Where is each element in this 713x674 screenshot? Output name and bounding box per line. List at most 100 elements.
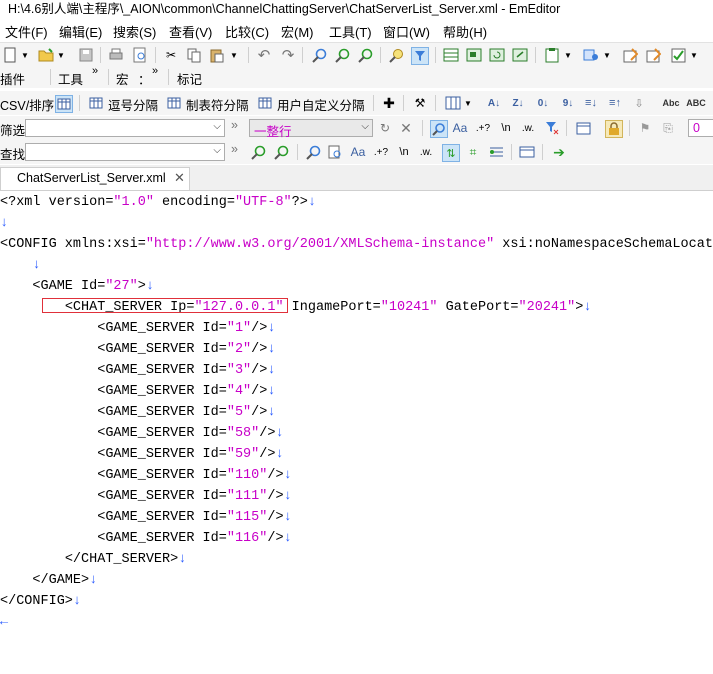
menu-view[interactable]: 查看(V) bbox=[169, 22, 212, 41]
lock-icon[interactable] bbox=[605, 120, 623, 138]
comma-table-icon[interactable] bbox=[88, 95, 104, 111]
menu-file[interactable]: 文件(F) bbox=[5, 22, 48, 41]
refresh-window-icon[interactable] bbox=[489, 47, 505, 63]
macro-toolbar-label[interactable]: 宏 bbox=[116, 69, 129, 88]
save-icon[interactable] bbox=[78, 47, 94, 63]
code-line[interactable]: </CHAT_SERVER>↓ bbox=[0, 549, 187, 570]
paste-icon[interactable] bbox=[208, 47, 224, 63]
chevron-down-icon[interactable]: ⌵ bbox=[361, 121, 369, 132]
macro-record-icon[interactable] bbox=[583, 47, 599, 63]
column-select-icon[interactable] bbox=[575, 120, 591, 136]
window-icon[interactable] bbox=[466, 47, 482, 63]
code-line[interactable]: </GAME>↓ bbox=[0, 570, 97, 591]
find-next-icon[interactable] bbox=[334, 47, 350, 63]
chevron-right-icon[interactable]: » bbox=[231, 142, 238, 156]
menu-tools[interactable]: 工具(T) bbox=[329, 22, 372, 41]
custom-table-icon[interactable] bbox=[257, 95, 273, 111]
plugins-toolbar-label[interactable]: 插件 bbox=[0, 69, 25, 88]
filter-input[interactable]: ⌵ bbox=[25, 119, 225, 137]
find-icon[interactable] bbox=[311, 47, 327, 63]
code-line[interactable]: <GAME_SERVER Id="115"/>↓ bbox=[0, 507, 291, 528]
sort-za-icon[interactable]: Z↓ bbox=[510, 95, 526, 111]
code-line[interactable]: <GAME_SERVER Id="59"/>↓ bbox=[0, 444, 283, 465]
whole-word-icon[interactable]: .w. bbox=[418, 144, 434, 160]
sort-90-icon[interactable]: 9↓ bbox=[560, 95, 576, 111]
toolbar-layout-icon[interactable] bbox=[443, 47, 459, 63]
new-file-icon[interactable] bbox=[2, 47, 18, 63]
find-in-files-icon[interactable] bbox=[327, 144, 343, 160]
find-prev-green-icon[interactable] bbox=[273, 144, 289, 160]
mark-all-icon[interactable] bbox=[488, 144, 504, 160]
menu-help[interactable]: 帮助(H) bbox=[443, 22, 487, 41]
sort-09-icon[interactable]: 0↓ bbox=[535, 95, 551, 111]
sort-length-desc-icon[interactable]: ≡↑ bbox=[607, 95, 623, 111]
menu-compare[interactable]: 比较(C) bbox=[225, 22, 269, 41]
refresh-icon[interactable]: ↻ bbox=[377, 120, 393, 136]
filter-number-input[interactable]: 0 bbox=[688, 119, 713, 137]
incremental-search-icon[interactable]: ⌗ bbox=[465, 144, 481, 160]
escape-icon[interactable]: \n bbox=[396, 144, 412, 160]
match-case-icon[interactable]: Aa bbox=[452, 120, 468, 136]
comma-separated-button[interactable]: 逗号分隔 bbox=[108, 95, 158, 114]
find-prev-icon[interactable] bbox=[357, 47, 373, 63]
code-line[interactable]: <GAME_SERVER Id="116"/>↓ bbox=[0, 528, 291, 549]
regex-icon[interactable]: .+? bbox=[475, 120, 491, 136]
properties-icon[interactable] bbox=[622, 47, 638, 63]
sort-az-icon[interactable]: A↓ bbox=[486, 95, 502, 111]
code-line[interactable]: <GAME_SERVER Id="1"/>↓ bbox=[0, 318, 275, 339]
code-line[interactable]: <GAME_SERVER Id="3"/>↓ bbox=[0, 360, 275, 381]
escape-icon[interactable]: \n bbox=[498, 120, 514, 136]
column-layout-icon[interactable] bbox=[445, 95, 461, 111]
redo-icon[interactable]: ↷ bbox=[280, 47, 296, 64]
undo-icon[interactable]: ↶ bbox=[256, 47, 272, 64]
paste-dropdown-icon[interactable]: ▼ bbox=[229, 47, 239, 63]
code-line[interactable]: <GAME_SERVER Id="4"/>↓ bbox=[0, 381, 275, 402]
close-icon[interactable]: ✕ bbox=[174, 170, 185, 186]
arrow-right-icon[interactable]: ➔ bbox=[551, 144, 567, 160]
code-line[interactable]: <GAME_SERVER Id="5"/>↓ bbox=[0, 402, 275, 423]
new-dropdown-icon[interactable]: ▼ bbox=[20, 47, 30, 63]
menu-macro[interactable]: 宏(M) bbox=[281, 22, 314, 41]
tools-toolbar-label[interactable]: 工具 bbox=[58, 69, 83, 88]
check-dropdown-icon[interactable]: ▼ bbox=[689, 47, 699, 63]
filter-toggle-icon[interactable] bbox=[411, 47, 429, 65]
tools-column-icon[interactable]: ⚒ bbox=[412, 95, 428, 111]
chevron-down-icon[interactable]: ⌵ bbox=[213, 121, 221, 132]
find-bar-options-icon[interactable] bbox=[519, 144, 535, 160]
insert-column-icon[interactable]: ✚ bbox=[381, 95, 397, 111]
column-dropdown-icon[interactable]: ▼ bbox=[463, 95, 473, 111]
bookmark-icon[interactable]: ⚑ bbox=[637, 120, 653, 136]
print-icon[interactable] bbox=[108, 47, 124, 63]
tab-separated-button[interactable]: 制表符分隔 bbox=[186, 95, 249, 114]
check-icon[interactable] bbox=[670, 47, 686, 63]
open-dropdown-icon[interactable]: ▼ bbox=[56, 47, 66, 63]
open-folder-icon[interactable] bbox=[38, 47, 54, 63]
chevron-right-icon[interactable]: » bbox=[152, 65, 158, 77]
sort-length-asc-icon[interactable]: ≡↓ bbox=[583, 95, 599, 111]
csv-normal-icon[interactable] bbox=[55, 95, 73, 113]
match-case-icon[interactable]: Aa bbox=[350, 144, 366, 160]
abc-box-icon[interactable]: ABC bbox=[686, 95, 706, 111]
code-line[interactable]: <GAME_SERVER Id="58"/>↓ bbox=[0, 423, 283, 444]
menu-edit[interactable]: 编辑(E) bbox=[59, 22, 102, 41]
copy-filter-icon[interactable]: ⎘ bbox=[660, 120, 676, 136]
menu-search[interactable]: 搜索(S) bbox=[113, 22, 156, 41]
code-line[interactable]: ↓ bbox=[0, 255, 40, 276]
chevron-down-icon[interactable]: ⌵ bbox=[213, 145, 221, 156]
export-icon[interactable] bbox=[512, 47, 528, 63]
code-line[interactable]: <GAME_SERVER Id="111"/>↓ bbox=[0, 486, 291, 507]
menu-window[interactable]: 窗口(W) bbox=[383, 22, 430, 41]
code-line[interactable]: ↓ bbox=[0, 213, 8, 234]
regex-icon[interactable]: .+? bbox=[373, 144, 389, 160]
code-line[interactable]: ← bbox=[0, 612, 8, 633]
search-icon[interactable] bbox=[305, 144, 321, 160]
code-line[interactable]: <?xml version="1.0" encoding="UTF-8"?>↓ bbox=[0, 192, 316, 213]
text-editor[interactable]: <?xml version="1.0" encoding="UTF-8"?>↓ ↓… bbox=[0, 191, 713, 674]
print-preview-icon[interactable] bbox=[132, 47, 148, 63]
copy-icon[interactable] bbox=[186, 47, 202, 63]
find-input[interactable]: ⌵ bbox=[25, 143, 225, 161]
close-icon[interactable]: ✕ bbox=[398, 120, 414, 136]
tab-table-icon[interactable] bbox=[166, 95, 182, 111]
up-down-icon[interactable]: ⇅ bbox=[442, 144, 460, 162]
code-line[interactable]: <GAME Id="27">↓ bbox=[0, 276, 154, 297]
